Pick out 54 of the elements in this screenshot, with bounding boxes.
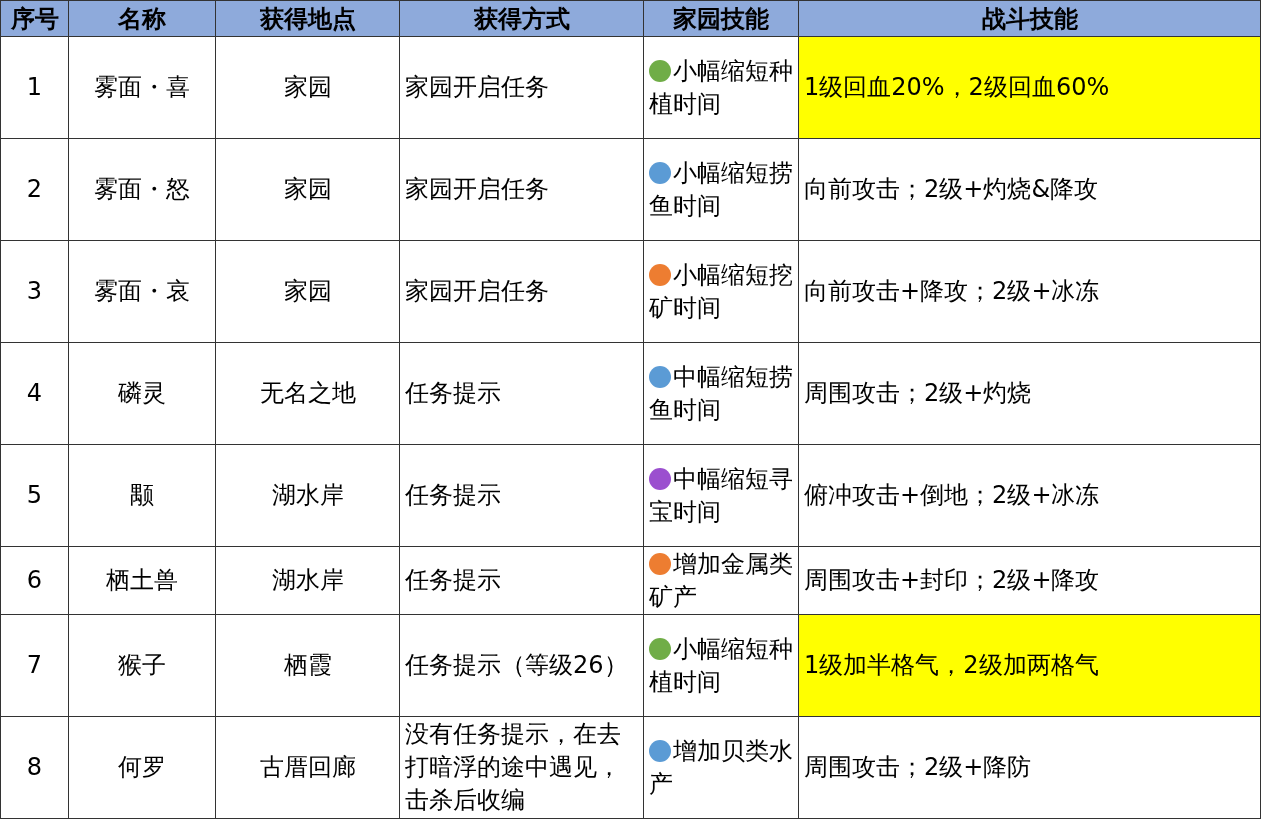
table-cell: 家园 xyxy=(215,36,400,139)
table-cell: 颙 xyxy=(68,444,216,547)
table-cell: 3 xyxy=(0,240,69,343)
table-cell: 1级回血20%，2级回血60% xyxy=(798,36,1261,139)
table-cell: 磷灵 xyxy=(68,342,216,445)
table-cell: 周围攻击；2级+降防 xyxy=(798,716,1261,819)
table-cell: 任务提示 xyxy=(399,444,644,547)
table-cell: 4 xyxy=(0,342,69,445)
table-cell: 雾面・哀 xyxy=(68,240,216,343)
table-cell: 增加贝类水产 xyxy=(643,716,799,819)
table-cell: 栖霞 xyxy=(215,614,400,717)
table-cell: 1 xyxy=(0,36,69,139)
table-cell: 中幅缩短寻宝时间 xyxy=(643,444,799,547)
table-cell: 湖水岸 xyxy=(215,444,400,547)
column-header: 家园技能 xyxy=(643,0,799,37)
table-cell: 向前攻击+降攻；2级+冰冻 xyxy=(798,240,1261,343)
table-cell: 1级加半格气，2级加两格气 xyxy=(798,614,1261,717)
table-cell: 2 xyxy=(0,138,69,241)
table-cell: 俯冲攻击+倒地；2级+冰冻 xyxy=(798,444,1261,547)
table-cell: 小幅缩短捞鱼时间 xyxy=(643,138,799,241)
table-cell: 何罗 xyxy=(68,716,216,819)
column-header: 战斗技能 xyxy=(798,0,1261,37)
table-cell: 家园开启任务 xyxy=(399,138,644,241)
table-cell: 栖土兽 xyxy=(68,546,216,615)
column-header: 获得地点 xyxy=(215,0,400,37)
column-header: 序号 xyxy=(0,0,69,37)
table-cell: 7 xyxy=(0,614,69,717)
column-header: 获得方式 xyxy=(399,0,644,37)
table-cell: 湖水岸 xyxy=(215,546,400,615)
table-cell: 古厝回廊 xyxy=(215,716,400,819)
table-cell: 8 xyxy=(0,716,69,819)
table-cell: 家园开启任务 xyxy=(399,36,644,139)
table-cell: 任务提示 xyxy=(399,546,644,615)
table-cell: 无名之地 xyxy=(215,342,400,445)
table-cell: 小幅缩短挖矿时间 xyxy=(643,240,799,343)
table-cell: 小幅缩短种植时间 xyxy=(643,614,799,717)
table-cell: 雾面・喜 xyxy=(68,36,216,139)
table-cell: 6 xyxy=(0,546,69,615)
table-cell: 向前攻击；2级+灼烧&降攻 xyxy=(798,138,1261,241)
table-cell: 没有任务提示，在去打暗浮的途中遇见，击杀后收编 xyxy=(399,716,644,819)
table-cell: 任务提示（等级26） xyxy=(399,614,644,717)
table-cell: 中幅缩短捞鱼时间 xyxy=(643,342,799,445)
table-cell: 增加金属类矿产 xyxy=(643,546,799,615)
table-cell: 猴子 xyxy=(68,614,216,717)
table-cell: 周围攻击+封印；2级+降攻 xyxy=(798,546,1261,615)
table-cell: 家园 xyxy=(215,138,400,241)
table-cell: 家园 xyxy=(215,240,400,343)
table-cell: 周围攻击；2级+灼烧 xyxy=(798,342,1261,445)
table-cell: 雾面・怒 xyxy=(68,138,216,241)
table-cell: 任务提示 xyxy=(399,342,644,445)
table-cell: 小幅缩短种植时间 xyxy=(643,36,799,139)
table-cell: 家园开启任务 xyxy=(399,240,644,343)
column-header: 名称 xyxy=(68,0,216,37)
table-cell: 5 xyxy=(0,444,69,547)
